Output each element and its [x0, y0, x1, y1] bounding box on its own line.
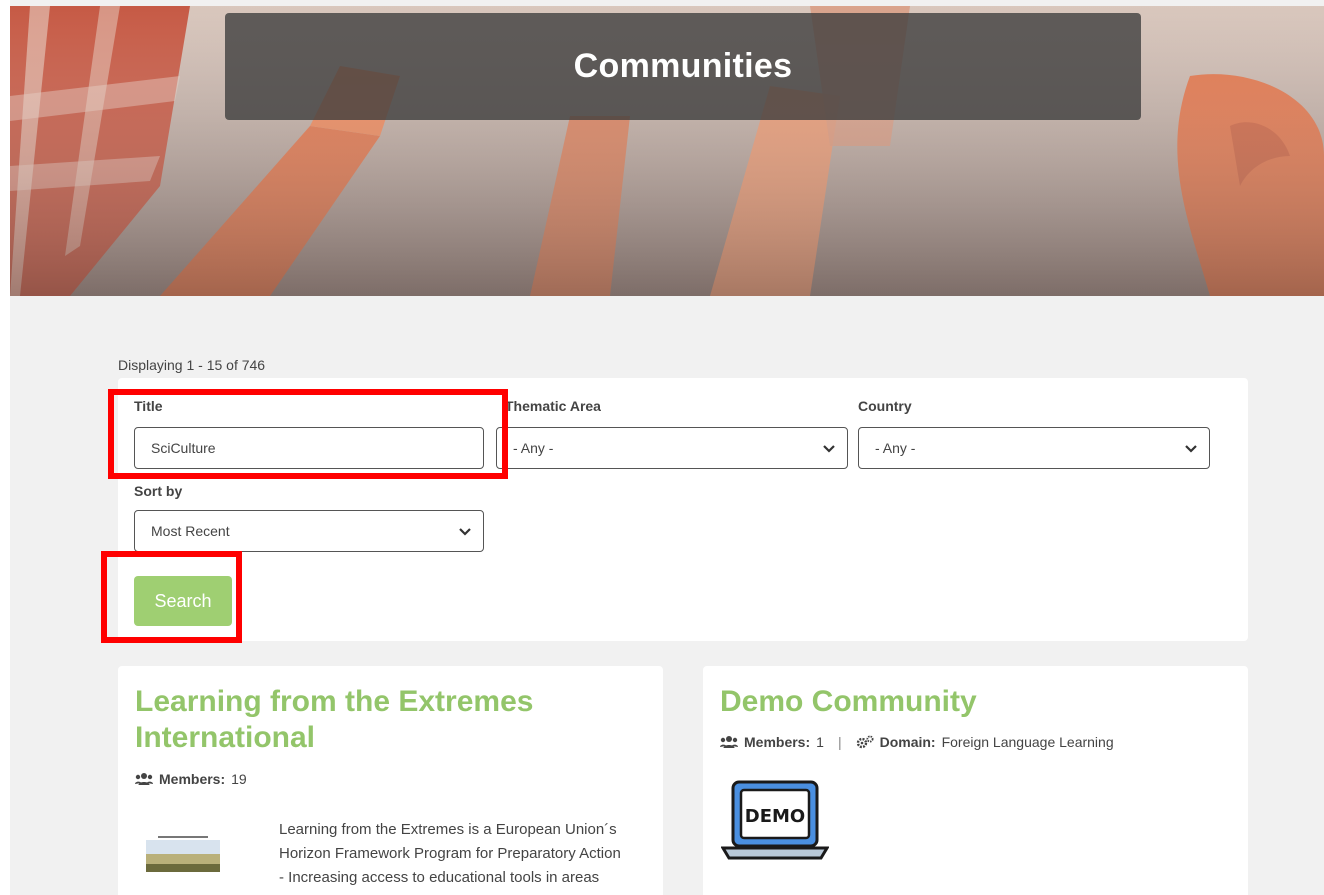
- community-description: Learning from the Extremes is a European…: [279, 818, 659, 890]
- gears-icon: [856, 735, 874, 749]
- demo-image-text: DEMO: [745, 806, 805, 827]
- search-button[interactable]: Search: [134, 576, 232, 626]
- thematic-area-select[interactable]: - Any -: [496, 427, 848, 469]
- community-thumbnail[interactable]: [144, 832, 222, 878]
- community-title-line: Learning from the Extremes: [135, 685, 534, 718]
- community-card: Learning from the Extremes International…: [118, 666, 663, 895]
- title-input[interactable]: SciCulture: [134, 427, 484, 469]
- sort-by-select[interactable]: Most Recent: [134, 510, 484, 552]
- page-title: Communities: [573, 47, 793, 85]
- description-line: - Increasing access to educational tools…: [279, 869, 600, 886]
- community-title-link[interactable]: Learning from the Extremes International: [135, 684, 533, 756]
- hero-banner: Communities: [10, 6, 1324, 296]
- filter-panel: Title SciCulture Thematic Area - Any - C…: [118, 378, 1248, 641]
- chevron-down-icon: [459, 528, 471, 536]
- description-line: Learning from the Extremes is a European…: [279, 821, 617, 838]
- members-value: 1: [816, 734, 824, 750]
- domain-value: Foreign Language Learning: [941, 734, 1114, 750]
- sort-by-value: Most Recent: [151, 523, 230, 539]
- community-meta: Members: 1 | Domain: Foreign Language Le…: [720, 734, 1114, 750]
- domain-label: Domain:: [879, 734, 936, 750]
- page: Communities Displaying 1 - 15 of 746 Tit…: [10, 0, 1324, 895]
- thematic-area-label: Thematic Area: [505, 398, 601, 414]
- community-card: Demo Community Members: 1 | Domain: Fore…: [703, 666, 1248, 895]
- members-label: Members:: [744, 734, 811, 750]
- community-title-link[interactable]: Demo Community: [720, 684, 977, 720]
- hero-title-box: Communities: [225, 13, 1141, 120]
- country-value: - Any -: [875, 440, 916, 456]
- title-label: Title: [134, 398, 163, 414]
- sort-by-label: Sort by: [134, 483, 183, 499]
- country-label: Country: [858, 398, 912, 414]
- title-input-value: SciCulture: [151, 440, 216, 456]
- users-icon: [720, 736, 738, 748]
- description-line: Horizon Framework Program for Preparator…: [279, 845, 621, 862]
- chevron-down-icon: [823, 445, 835, 453]
- country-select[interactable]: - Any -: [858, 427, 1210, 469]
- members-value: 19: [231, 771, 247, 787]
- demo-laptop-image[interactable]: DEMO: [721, 778, 829, 866]
- meta-separator: |: [837, 734, 842, 750]
- result-count: Displaying 1 - 15 of 746: [118, 357, 266, 373]
- community-meta: Members: 19: [135, 771, 247, 787]
- chevron-down-icon: [1185, 445, 1197, 453]
- members-label: Members:: [159, 771, 226, 787]
- users-icon: [135, 773, 153, 785]
- thematic-area-value: - Any -: [513, 440, 554, 456]
- community-title-line: International: [135, 721, 316, 754]
